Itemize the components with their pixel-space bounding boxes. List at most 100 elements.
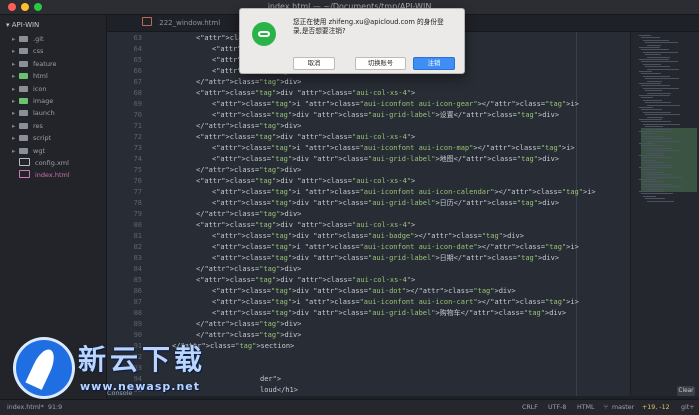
line-number[interactable]: 86 [124, 286, 142, 297]
sidebar-item-wgt[interactable]: ▸ wgt [12, 145, 45, 157]
code-line[interactable]: </"attr">class="tag">div> [196, 319, 301, 330]
line-number[interactable]: 68 [124, 88, 142, 99]
file-icon [19, 170, 30, 179]
minimap-line [647, 140, 681, 142]
line-number[interactable]: 74 [124, 154, 142, 165]
line-number[interactable]: 73 [124, 143, 142, 154]
sidebar-item-launch[interactable]: ▸ launch [12, 107, 55, 119]
sidebar-item-icon[interactable]: ▸ icon [12, 83, 46, 95]
code-line[interactable]: <"attr">class="tag">div "attr">class="au… [212, 253, 559, 264]
minimap-line [641, 181, 664, 183]
code-line[interactable]: </"attr">class="tag">div> [196, 121, 301, 132]
status-encoding[interactable]: UTF-8 [548, 404, 566, 411]
minimap-line [641, 97, 653, 99]
code-line[interactable]: der"> [260, 374, 281, 385]
code-line[interactable]: </"attr">class="tag">div> [196, 77, 301, 88]
line-number[interactable]: 81 [124, 231, 142, 242]
branch-icon: ⑂ [604, 404, 608, 411]
watermark-title: 新云下载 [78, 343, 207, 376]
line-number[interactable]: 69 [124, 99, 142, 110]
project-root[interactable]: ▾ API-WIN [6, 21, 39, 29]
line-number[interactable]: 85 [124, 275, 142, 286]
minimap-line [641, 193, 673, 195]
code-line[interactable]: loud</h1> [260, 385, 298, 396]
line-number[interactable]: 82 [124, 242, 142, 253]
minimap-line [641, 73, 661, 75]
status-git[interactable]: git+ [681, 404, 695, 411]
switch-account-button[interactable]: 切换账号 [355, 57, 406, 70]
minimap[interactable] [630, 32, 699, 396]
code-line[interactable]: <"attr">class="tag">i "attr">class="aui-… [212, 99, 579, 110]
line-number[interactable]: 87 [124, 297, 142, 308]
code-line[interactable]: <"attr">class="tag">div "attr">class="au… [212, 286, 516, 297]
line-number[interactable]: 65 [124, 55, 142, 66]
sidebar-item-res[interactable]: ▸ res [12, 120, 43, 132]
minimap-line [639, 179, 655, 180]
line-number[interactable]: 63 [124, 33, 142, 44]
line-number[interactable]: 70 [124, 110, 142, 121]
sidebar-item-html[interactable]: ▸ html [12, 70, 48, 82]
sidebar-item-feature[interactable]: ▸ feature [12, 58, 56, 70]
code-line[interactable]: <"attr">class="tag">div "attr">class="au… [196, 88, 415, 99]
sidebar-item-label: icon [33, 84, 47, 93]
chevron-right-icon: ▸ [12, 47, 16, 56]
sidebar-item-script[interactable]: ▸ script [12, 132, 51, 144]
code-line[interactable]: <"attr">class="tag">i "attr">class="aui-… [212, 297, 579, 308]
line-number[interactable]: 64 [124, 44, 142, 55]
minimap-line [643, 159, 655, 161]
code-line[interactable]: <"attr">class="tag">div "attr">class="au… [212, 110, 559, 121]
status-line-ending[interactable]: CRLF [522, 404, 538, 411]
line-number[interactable]: 84 [124, 264, 142, 275]
tab-222-window-html[interactable]: 222_window.html [142, 17, 220, 29]
line-number[interactable]: 79 [124, 209, 142, 220]
chevron-right-icon: ▸ [12, 59, 16, 68]
minimap-line [647, 104, 680, 106]
code-line[interactable]: <"attr">class="tag">div "attr">class="au… [196, 220, 415, 231]
minimap-line [639, 59, 669, 60]
status-diff[interactable]: +19, -12 [642, 404, 670, 411]
status-branch[interactable]: master [612, 404, 634, 411]
clear-console-button[interactable]: Clear [677, 386, 695, 396]
line-number[interactable]: 77 [124, 187, 142, 198]
sidebar-item-git[interactable]: ▸ .git [12, 33, 44, 45]
code-line[interactable]: <"attr">class="tag">i "attr">class="aui-… [212, 143, 575, 154]
line-number[interactable]: 83 [124, 253, 142, 264]
line-number[interactable]: 72 [124, 132, 142, 143]
line-number[interactable]: 80 [124, 220, 142, 231]
cancel-button[interactable]: 取消 [293, 57, 335, 70]
status-grammar[interactable]: HTML [577, 404, 595, 411]
line-number[interactable]: 89 [124, 319, 142, 330]
line-number[interactable]: 76 [124, 176, 142, 187]
code-line[interactable]: </"attr">class="tag">div> [196, 165, 301, 176]
line-number[interactable]: 78 [124, 198, 142, 209]
code-line[interactable]: <"attr">class="tag">div "attr">class="au… [196, 132, 415, 143]
sidebar-item-config-xml[interactable]: config.xml [12, 157, 69, 169]
code-line[interactable]: <"attr">class="tag">div "attr">class="au… [212, 198, 559, 209]
code-line[interactable]: <"attr">class="tag">div "attr">class="au… [196, 275, 415, 286]
chevron-right-icon: ▸ [12, 121, 16, 130]
code-line[interactable]: <"attr">class="tag">div "attr">class="au… [212, 231, 524, 242]
minimap-line [647, 164, 673, 166]
minimap-line [645, 54, 661, 56]
line-number[interactable]: 66 [124, 66, 142, 77]
code-line[interactable]: <"attr">class="tag">div "attr">class="au… [212, 154, 559, 165]
code-line[interactable]: </"attr">class="tag">div> [196, 264, 301, 275]
sidebar-item-index-html[interactable]: index.html [12, 169, 70, 181]
logout-button[interactable]: 注销 [413, 57, 455, 70]
sidebar-item-image[interactable]: ▸ image [12, 95, 53, 107]
minimap-line [645, 42, 678, 44]
minimap-line [639, 167, 672, 168]
line-number[interactable]: 88 [124, 308, 142, 319]
watermark-logo-icon [16, 340, 72, 396]
line-number[interactable]: 71 [124, 121, 142, 132]
code-line[interactable]: <"attr">class="tag">div "attr">class="au… [196, 176, 415, 187]
chevron-right-icon: ▸ [12, 134, 16, 143]
sidebar-item-label: html [33, 72, 48, 81]
code-line[interactable]: <"attr">class="tag">div "attr">class="au… [212, 308, 566, 319]
line-number[interactable]: 75 [124, 165, 142, 176]
line-number[interactable]: 67 [124, 77, 142, 88]
sidebar-item-css[interactable]: ▸ css [12, 45, 43, 57]
code-line[interactable]: <"attr">class="tag">i "attr">class="aui-… [212, 187, 596, 198]
code-line[interactable]: </"attr">class="tag">div> [196, 209, 301, 220]
code-line[interactable]: <"attr">class="tag">i "attr">class="aui-… [212, 242, 579, 253]
